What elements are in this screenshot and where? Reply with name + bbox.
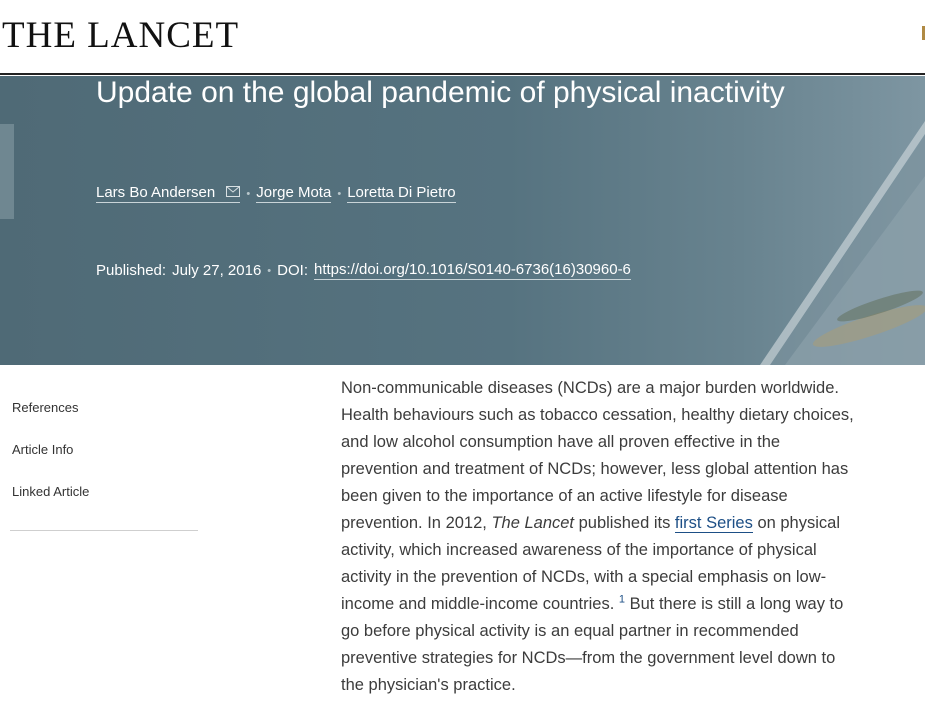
lancet-logo[interactable]: THE LANCET (2, 14, 239, 57)
nav-references[interactable]: References (12, 400, 198, 418)
site-header: THE LANCET (0, 0, 925, 76)
body-text: Non-communicable diseases (NCDs) are a m… (341, 379, 854, 532)
banner-decoration (760, 121, 925, 365)
published-label: Published: (96, 262, 167, 279)
article-body: Non-communicable diseases (NCDs) are a m… (341, 375, 861, 699)
header-divider (0, 73, 925, 75)
nav-linked-article[interactable]: Linked Article (12, 484, 198, 502)
author-name: Lars Bo Andersen (96, 184, 216, 201)
article-banner: Update on the global pandemic of physica… (0, 76, 925, 365)
banner-side-tab (0, 124, 14, 219)
series-link[interactable]: first Series (674, 514, 753, 533)
article-title: Update on the global pandemic of physica… (96, 76, 785, 109)
separator-dot: • (246, 187, 251, 200)
sidebar-divider (10, 530, 198, 531)
author-link[interactable]: Jorge Mota (256, 184, 332, 203)
author-link[interactable]: Lars Bo Andersen (96, 184, 241, 203)
publication-info: Published: July 27, 2016 • DOI: https://… (96, 261, 631, 280)
separator-dot: • (337, 187, 342, 200)
published-date: July 27, 2016 (172, 262, 262, 279)
mail-icon[interactable] (226, 186, 241, 197)
nav-article-info[interactable]: Article Info (12, 442, 198, 460)
article-sidebar-nav: References Article Info Linked Article (10, 400, 198, 531)
author-list: Lars Bo Andersen • Jorge Mota • Loretta … (96, 184, 456, 203)
body-text: published its (574, 514, 675, 532)
doi-label: DOI: (277, 262, 308, 279)
author-link[interactable]: Loretta Di Pietro (347, 184, 456, 203)
doi-link[interactable]: https://doi.org/10.1016/S0140-6736(16)30… (314, 261, 631, 280)
journal-name: The Lancet (491, 514, 575, 532)
separator-dot: • (267, 264, 272, 277)
